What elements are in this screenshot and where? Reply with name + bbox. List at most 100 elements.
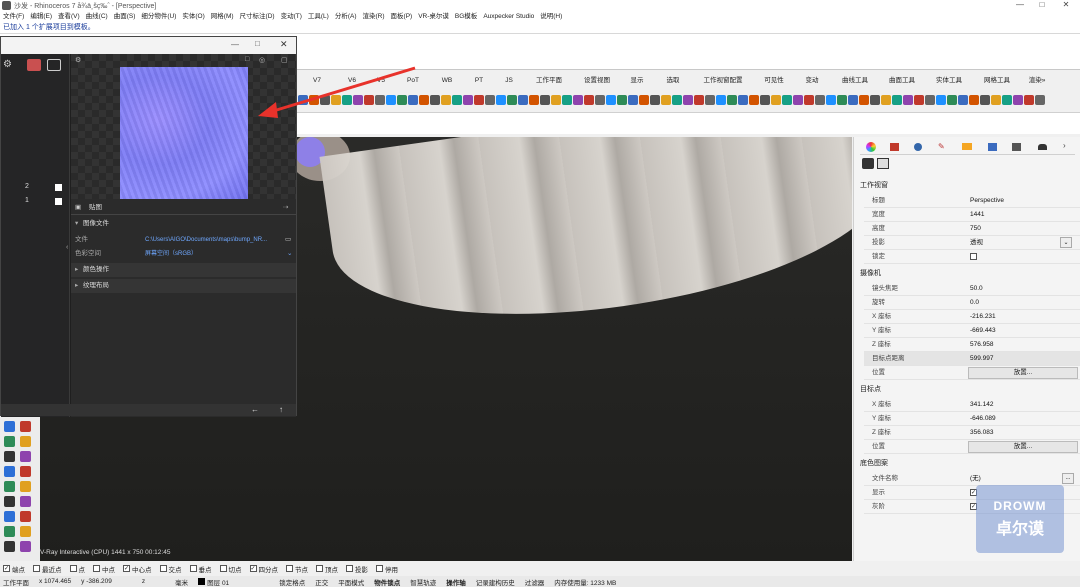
status-ortho[interactable]: 正交 [315, 577, 328, 587]
tab-js[interactable]: JS [494, 74, 524, 88]
panel-close-icon[interactable]: ✕ [280, 39, 288, 50]
toolbar-command-icon[interactable] [925, 95, 935, 105]
collapse-arrow-icon[interactable]: ‹ [66, 244, 68, 251]
lens-length-value[interactable]: 50.0 [970, 282, 983, 296]
toolbar-command-icon[interactable] [1024, 95, 1034, 105]
toolbar-command-icon[interactable] [595, 95, 605, 105]
toolbar-command-icon[interactable] [573, 95, 583, 105]
toolbar-command-icon[interactable] [551, 95, 561, 105]
menu-render[interactable]: 渲染(R) [363, 11, 385, 22]
status-grid-snap[interactable]: 锁定格点 [279, 577, 305, 587]
menu-curve[interactable]: 曲线(C) [86, 11, 108, 22]
menu-help[interactable]: 说明(H) [540, 11, 562, 22]
toolbar-command-icon[interactable] [661, 95, 671, 105]
tab-viewport-layout[interactable]: 工作视窗配置 [692, 74, 754, 88]
tab-select[interactable]: 选取 [654, 74, 692, 88]
toolbar-command-icon[interactable] [562, 95, 572, 105]
viewport-title-value[interactable]: Perspective [970, 194, 1004, 208]
toolbar-command-icon[interactable] [826, 95, 836, 105]
chevron-down-icon[interactable]: ⌄ [1060, 237, 1072, 248]
left-toolbar-icon[interactable] [20, 511, 31, 522]
tab-wb[interactable]: WB [430, 74, 464, 88]
toolbar-command-icon[interactable] [507, 95, 517, 105]
wallpaper-file-value[interactable]: (无) [970, 472, 981, 486]
toolbar-command-icon[interactable] [881, 95, 891, 105]
color-space-select[interactable]: 屏幕空间（sRGB） [145, 247, 197, 261]
settings-gear-icon[interactable]: ⚙ [3, 59, 12, 70]
toolbar-command-icon[interactable] [463, 95, 473, 105]
left-toolbar-icon[interactable] [4, 526, 15, 537]
status-gumball[interactable]: 操作轴 [446, 577, 466, 587]
tab-mesh-tools[interactable]: 网格工具 [974, 74, 1020, 88]
toolbar-command-icon[interactable] [606, 95, 616, 105]
rotation-value[interactable]: 0.0 [970, 296, 979, 310]
target-place-button[interactable]: 放置... [968, 441, 1078, 453]
toolbar-command-icon[interactable] [452, 95, 462, 105]
panel-menu-icon[interactable]: › [1063, 141, 1066, 150]
menu-file[interactable]: 文件(F) [3, 11, 24, 22]
target-x-value[interactable]: 341.142 [970, 398, 994, 412]
tab-pt[interactable]: PT [464, 74, 494, 88]
viewport-height-value[interactable]: 750 [970, 222, 981, 236]
toolbar-command-icon[interactable] [705, 95, 715, 105]
minimize-button[interactable]: — [1010, 0, 1030, 11]
projection-select[interactable]: 透视 [970, 236, 983, 250]
viewport-width-value[interactable]: 1441 [970, 208, 984, 222]
toolbar-command-icon[interactable] [936, 95, 946, 105]
toolbar-command-icon[interactable] [947, 95, 957, 105]
left-toolbar-icon[interactable] [4, 451, 15, 462]
left-toolbar-icon[interactable] [4, 466, 15, 477]
left-toolbar-icon[interactable] [20, 541, 31, 552]
tab-visibility[interactable]: 可见性 [754, 74, 794, 88]
toolbar-command-icon[interactable] [1035, 95, 1045, 105]
left-toolbar-icon[interactable] [20, 451, 31, 462]
target-y-value[interactable]: -646.089 [970, 412, 996, 426]
osnap-tan[interactable]: 切点 [219, 564, 242, 574]
camera-icon[interactable] [862, 158, 874, 169]
object-properties-icon[interactable] [866, 142, 876, 152]
menu-view[interactable]: 查看(V) [58, 11, 80, 22]
close-button[interactable]: ✕ [1056, 0, 1076, 11]
toolbar-command-icon[interactable] [716, 95, 726, 105]
folder-icon[interactable]: ▭ [285, 233, 291, 247]
osnap-project[interactable]: 投影 [346, 564, 368, 574]
panel-minimize-icon[interactable]: — [231, 40, 239, 49]
chevron-down-icon[interactable]: ⌄ [287, 247, 292, 261]
viewport-icon[interactable] [877, 158, 889, 169]
toolbar-command-icon[interactable] [969, 95, 979, 105]
file-path-value[interactable]: C:\Users\AIGO\Documents\maps\bump_NR... [145, 233, 267, 247]
menu-solid[interactable]: 实体(O) [182, 11, 204, 22]
osnap-vertex[interactable]: 顶点 [316, 564, 338, 574]
left-toolbar-icon[interactable] [20, 421, 31, 432]
sofa-tab-icon[interactable] [1038, 144, 1047, 150]
left-toolbar-icon[interactable] [4, 436, 15, 447]
left-toolbar-icon[interactable] [4, 511, 15, 522]
toolbar-command-icon[interactable] [430, 95, 440, 105]
menu-subd[interactable]: 细分物件(U) [141, 11, 176, 22]
up-arrow-icon[interactable]: ↑ [279, 405, 283, 414]
toolbar-command-icon[interactable] [760, 95, 770, 105]
osnap-point[interactable]: 点 [69, 564, 85, 574]
toolbar-command-icon[interactable] [419, 95, 429, 105]
toolbar-command-icon[interactable] [958, 95, 968, 105]
grid-tab-icon[interactable] [1012, 143, 1021, 151]
osnap-intersection[interactable]: 交点 [159, 564, 182, 574]
toolbar-command-icon[interactable] [892, 95, 902, 105]
toolbar-command-icon[interactable] [771, 95, 781, 105]
menu-mesh[interactable]: 网格(M) [211, 11, 234, 22]
tab-surface-tools[interactable]: 曲面工具 [880, 74, 924, 88]
camera-x-value[interactable]: -216.231 [970, 310, 996, 324]
material-icon[interactable] [27, 59, 41, 71]
toolbar-command-icon[interactable] [738, 95, 748, 105]
toolbar-command-icon[interactable] [1002, 95, 1012, 105]
toolbar-command-icon[interactable] [617, 95, 627, 105]
osnap-near[interactable]: 最近点 [33, 564, 62, 574]
toolbar-command-icon[interactable] [848, 95, 858, 105]
left-toolbar-icon[interactable] [4, 421, 15, 432]
target-distance-value[interactable]: 599.997 [970, 352, 994, 366]
layer-swatch-2[interactable] [55, 184, 62, 191]
image-file-header[interactable]: ▾ 图像文件 [71, 217, 296, 231]
status-planar[interactable]: 平面模式 [338, 577, 364, 587]
preview-window-icon[interactable] [47, 59, 61, 71]
tab-solid-tools[interactable]: 实体工具 [924, 74, 974, 88]
